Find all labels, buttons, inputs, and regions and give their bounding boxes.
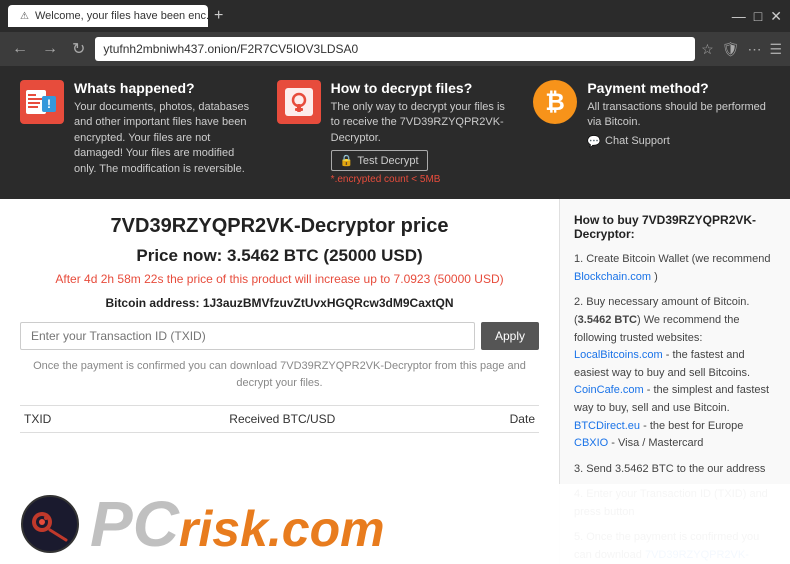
refresh-button[interactable]: ↻ (68, 37, 89, 61)
price-warning: After 4d 2h 58m 22s the price of this pr… (20, 272, 539, 286)
tab-favicon: ⚠ (20, 11, 29, 22)
product-title: 7VD39RZYQPR2VK-Decryptor price (20, 215, 539, 238)
encryption-info: *.encrypted count < 5MB (331, 174, 514, 185)
address-bar[interactable] (95, 37, 695, 61)
header-section: ! Whats happened? Your documents, photos… (0, 66, 790, 199)
btcdirect-link[interactable]: BTCDirect.eu (574, 420, 640, 432)
header-card-decrypt: How to decrypt files? The only way to de… (277, 80, 514, 185)
bitcoin-icon: ₿ (533, 80, 577, 124)
chat-icon: 💬 (587, 135, 601, 148)
browser-toolbar: ← → ↻ ☆ 🛡 ⋯ ☰ (0, 32, 790, 66)
bitcoin-address-line: Bitcoin address: 1J3auzBMVfzuvZtUvxHGQRc… (20, 296, 539, 310)
watermark-com: .com (268, 504, 385, 554)
col-date: Date (444, 406, 539, 433)
decrypt-text: How to decrypt files? The only way to de… (331, 80, 514, 185)
col-received: Received BTC/USD (120, 406, 444, 433)
price-line: Price now: 3.5462 BTC (25000 USD) (20, 246, 539, 266)
decrypt-icon (277, 80, 321, 124)
close-button[interactable]: ✕ (770, 8, 782, 25)
menu-icon[interactable]: ⋯ (747, 41, 761, 58)
txid-table: TXID Received BTC/USD Date (20, 405, 539, 433)
col-txid: TXID (20, 406, 120, 433)
decrypt-title: How to decrypt files? (331, 80, 514, 96)
maximize-button[interactable]: □ (754, 8, 762, 25)
sidebar-step3: 3. Send 3.5462 BTC to the our address (574, 461, 776, 479)
svg-text:!: ! (47, 97, 51, 111)
cbxio-link[interactable]: CBXIO (574, 437, 608, 449)
sidebar-title: How to buy 7VD39RZYQPR2VK-Decryptor: (574, 213, 776, 241)
browser-titlebar: ⚠ Welcome, your files have been enc... ✕… (0, 0, 790, 32)
header-card-payment: ₿ Payment method? All transactions shoul… (533, 80, 770, 185)
payment-text: Payment method? All transactions should … (587, 80, 770, 148)
payment-body: All transactions should be performed via… (587, 100, 770, 131)
sidebar-step2: 2. Buy necessary amount of Bitcoin. (3.5… (574, 294, 776, 452)
watermark-risk: risk (179, 504, 268, 554)
watermark-text: PC risk .com (90, 492, 385, 556)
payment-note: Once the payment is confirmed you can do… (20, 358, 539, 391)
minimize-button[interactable]: — (732, 8, 746, 25)
header-card-whats-happened: ! Whats happened? Your documents, photos… (20, 80, 257, 185)
whats-happened-text: Whats happened? Your documents, photos, … (74, 80, 257, 177)
lock-icon: 🔒 (340, 154, 354, 167)
whats-happened-body: Your documents, photos, databases and ot… (74, 100, 257, 177)
browser-tab[interactable]: ⚠ Welcome, your files have been enc... ✕ (8, 5, 208, 27)
localbitcoins-link[interactable]: LocalBitcoins.com (574, 349, 663, 361)
chat-support-link[interactable]: 💬 Chat Support (587, 135, 770, 148)
coincafe-link[interactable]: CoinCafe.com (574, 384, 644, 396)
sidebar-step1: 1. Create Bitcoin Wallet (we recommend B… (574, 251, 776, 286)
tab-title: Welcome, your files have been enc... (35, 10, 208, 22)
back-button[interactable]: ← (8, 38, 32, 60)
svg-text:₿: ₿ (546, 89, 566, 116)
txid-row: Apply (20, 322, 539, 350)
decrypt-body: The only way to decrypt your files is to… (331, 100, 514, 146)
test-decrypt-button[interactable]: 🔒 Test Decrypt (331, 150, 428, 171)
watermark-pc: PC (90, 492, 179, 556)
toolbar-icons: ☆ 🛡 ⋯ ☰ (701, 41, 782, 58)
bookmark-icon[interactable]: ☆ (701, 41, 714, 58)
extensions-icon[interactable]: ☰ (769, 41, 782, 58)
forward-button[interactable]: → (38, 38, 62, 60)
pcrisk-logo-icon (20, 494, 80, 554)
new-tab-button[interactable]: + (214, 7, 223, 25)
shield-icon: 🛡 (722, 41, 740, 58)
bitcoin-address-value[interactable]: 1J3auzBMVfzuvZtUvxHGQRcw3dM9CaxtQN (203, 296, 454, 310)
blockchain-link[interactable]: Blockchain.com (574, 271, 651, 283)
watermark: PC risk .com (0, 484, 790, 564)
window-controls: — □ ✕ (732, 8, 782, 25)
txid-input[interactable] (20, 322, 475, 350)
whats-happened-title: Whats happened? (74, 80, 257, 96)
payment-title: Payment method? (587, 80, 770, 96)
whats-happened-icon: ! (20, 80, 64, 124)
apply-button[interactable]: Apply (481, 322, 539, 350)
